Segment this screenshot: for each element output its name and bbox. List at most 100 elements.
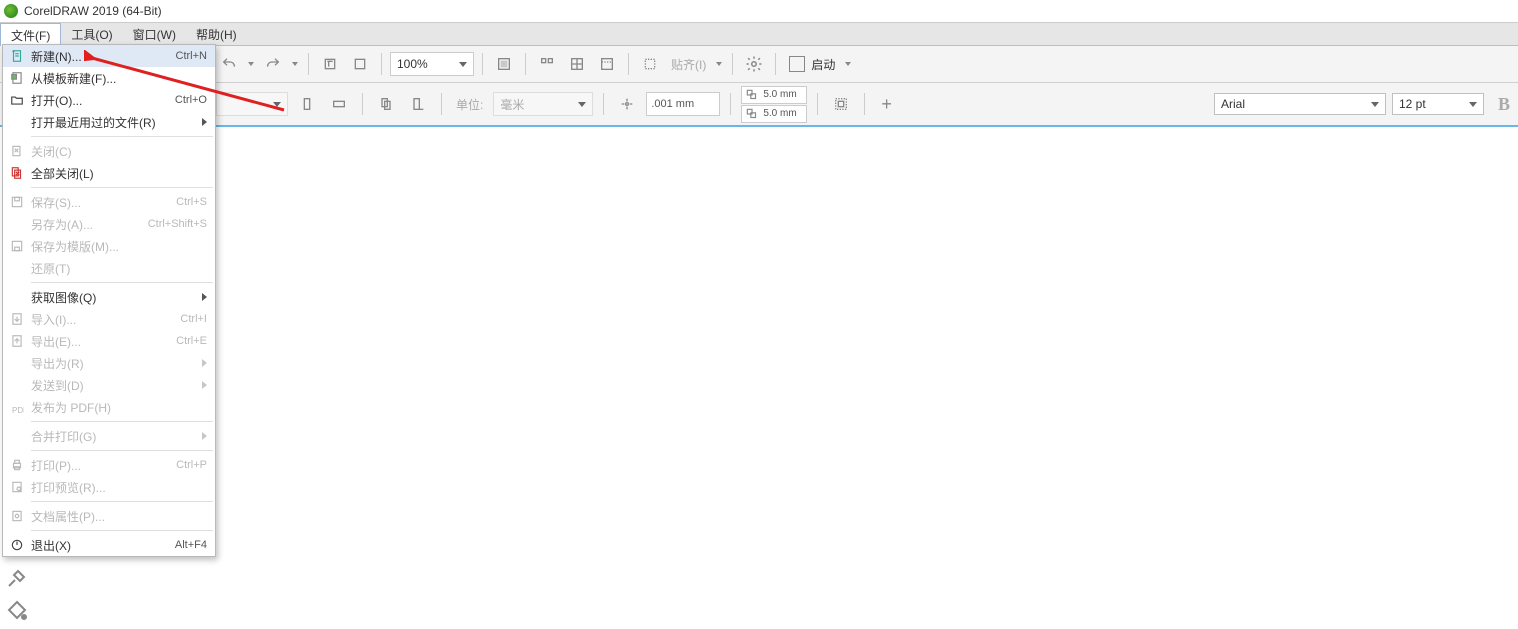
separator — [603, 93, 604, 115]
duplicate-distance[interactable]: 5.0 mm 5.0 mm — [741, 86, 807, 123]
separator — [732, 53, 733, 75]
chevron-down-icon — [1371, 102, 1379, 107]
font-size-field[interactable]: 12 pt — [1392, 93, 1484, 115]
dup-y-icon — [745, 107, 759, 121]
file-menu-acquire[interactable]: 获取图像(Q) — [3, 286, 215, 308]
submenu-arrow-icon — [202, 359, 207, 367]
separator — [817, 93, 818, 115]
open-icon — [3, 93, 31, 107]
font-size: 12 pt — [1399, 97, 1426, 111]
unit-field[interactable]: 毫米 — [493, 92, 593, 116]
menu-bar: 文件(F) 工具(O) 窗口(W) 帮助(H) — [0, 23, 1518, 46]
snap-icon[interactable] — [637, 51, 663, 77]
menu-separator — [31, 187, 213, 188]
new-icon — [3, 49, 31, 63]
menu-file[interactable]: 文件(F) — [0, 23, 61, 46]
menu-separator — [31, 450, 213, 451]
file-menu-save-as: 另存为(A)...Ctrl+Shift+S — [3, 213, 215, 235]
startup-selector[interactable]: 启动 — [784, 51, 860, 77]
menu-help[interactable]: 帮助(H) — [186, 23, 247, 45]
file-menu-new-from-template[interactable]: 从模板新建(F)... — [3, 67, 215, 89]
submenu-arrow-icon — [202, 118, 207, 126]
file-menu-close-all[interactable]: 全部关闭(L) — [3, 162, 215, 184]
add-button[interactable]: + — [875, 94, 898, 115]
menu-window[interactable]: 窗口(W) — [123, 23, 186, 45]
template-icon — [3, 71, 31, 85]
font-family-field[interactable]: Arial — [1214, 93, 1386, 115]
import-icon — [3, 312, 31, 326]
file-menu-print-preview: 打印预览(R)... — [3, 476, 215, 498]
eyedropper-tool[interactable] — [5, 566, 29, 590]
current-page-button[interactable] — [405, 91, 431, 117]
close-icon — [3, 144, 31, 158]
fill-tool[interactable] — [5, 598, 29, 622]
file-menu-revert: 还原(T) — [3, 257, 215, 279]
startup-box-icon — [789, 56, 805, 72]
landscape-button[interactable] — [326, 91, 352, 117]
page-size-field[interactable] — [216, 92, 288, 116]
shortcut-label: Ctrl+E — [153, 335, 207, 347]
nudge-icon — [614, 91, 640, 117]
align-caret[interactable] — [714, 51, 724, 77]
menu-label: 另存为(A)... — [31, 216, 148, 233]
submenu-arrow-icon — [202, 381, 207, 389]
dup-y-value: 5.0 mm — [763, 108, 796, 119]
menu-label: 导出(E)... — [31, 333, 153, 350]
separator — [730, 93, 731, 115]
file-menu-publish-pdf: PDF发布为 PDF(H) — [3, 396, 215, 418]
options-button[interactable] — [741, 51, 767, 77]
print-icon — [3, 458, 31, 472]
startup-label: 启动 — [811, 56, 835, 73]
menu-label: 保存为模版(M)... — [31, 238, 207, 255]
align-label[interactable]: 贴齐(I) — [671, 56, 706, 73]
font-name: Arial — [1221, 97, 1245, 111]
full-screen-icon[interactable] — [491, 51, 517, 77]
props-icon — [3, 509, 31, 523]
property-bar: 单位: 毫米 .001 mm 5.0 mm 5.0 mm + Arial 12 … — [0, 83, 1518, 127]
all-pages-button[interactable] — [373, 91, 399, 117]
zoom-field[interactable]: 100% — [390, 52, 474, 76]
file-menu-close: 关闭(C) — [3, 140, 215, 162]
show-grid-icon[interactable] — [564, 51, 590, 77]
bold-button[interactable]: B — [1490, 94, 1518, 115]
menu-separator — [31, 530, 213, 531]
title-bar: CorelDRAW 2019 (64-Bit) — [0, 0, 1518, 23]
menu-label: 获取图像(Q) — [31, 289, 196, 306]
file-menu-open[interactable]: 打开(O)...Ctrl+O — [3, 89, 215, 111]
show-guides-icon[interactable] — [594, 51, 620, 77]
menu-separator — [31, 421, 213, 422]
object-icon[interactable] — [347, 51, 373, 77]
separator — [308, 53, 309, 75]
shortcut-label: Ctrl+Shift+S — [148, 218, 207, 230]
undo-history-caret[interactable] — [246, 51, 256, 77]
chevron-down-icon — [578, 102, 586, 107]
file-menu-new[interactable]: 新建(N)...Ctrl+N — [3, 45, 215, 67]
shortcut-label: Ctrl+O — [153, 94, 207, 106]
menu-label: 还原(T) — [31, 260, 207, 277]
file-menu-save-tmpl: 保存为模版(M)... — [3, 235, 215, 257]
artistic-text-icon[interactable] — [317, 51, 343, 77]
file-menu-recent[interactable]: 打开最近用过的文件(R) — [3, 111, 215, 133]
portrait-button[interactable] — [294, 91, 320, 117]
menu-label: 保存(S)... — [31, 194, 153, 211]
show-rulers-icon[interactable] — [534, 51, 560, 77]
treat-as-filled-button[interactable] — [828, 91, 854, 117]
menu-label: 发布为 PDF(H) — [31, 399, 207, 416]
menu-label: 关闭(C) — [31, 143, 207, 160]
submenu-arrow-icon — [202, 432, 207, 440]
separator — [525, 53, 526, 75]
menu-label: 文档属性(P)... — [31, 508, 207, 525]
zoom-value: 100% — [397, 57, 428, 71]
chevron-down-icon — [273, 102, 281, 107]
file-menu-export-for: 导出为(R) — [3, 352, 215, 374]
menu-tools[interactable]: 工具(O) — [61, 23, 122, 45]
redo-button[interactable] — [260, 51, 286, 77]
nudge-field[interactable]: .001 mm — [646, 92, 720, 116]
preview-icon — [3, 480, 31, 494]
save-tmpl-icon — [3, 239, 31, 253]
separator — [482, 53, 483, 75]
file-menu-exit[interactable]: 退出(X)Alt+F4 — [3, 534, 215, 556]
undo-button[interactable] — [216, 51, 242, 77]
redo-history-caret[interactable] — [290, 51, 300, 77]
app-title: CorelDRAW 2019 (64-Bit) — [24, 4, 162, 18]
